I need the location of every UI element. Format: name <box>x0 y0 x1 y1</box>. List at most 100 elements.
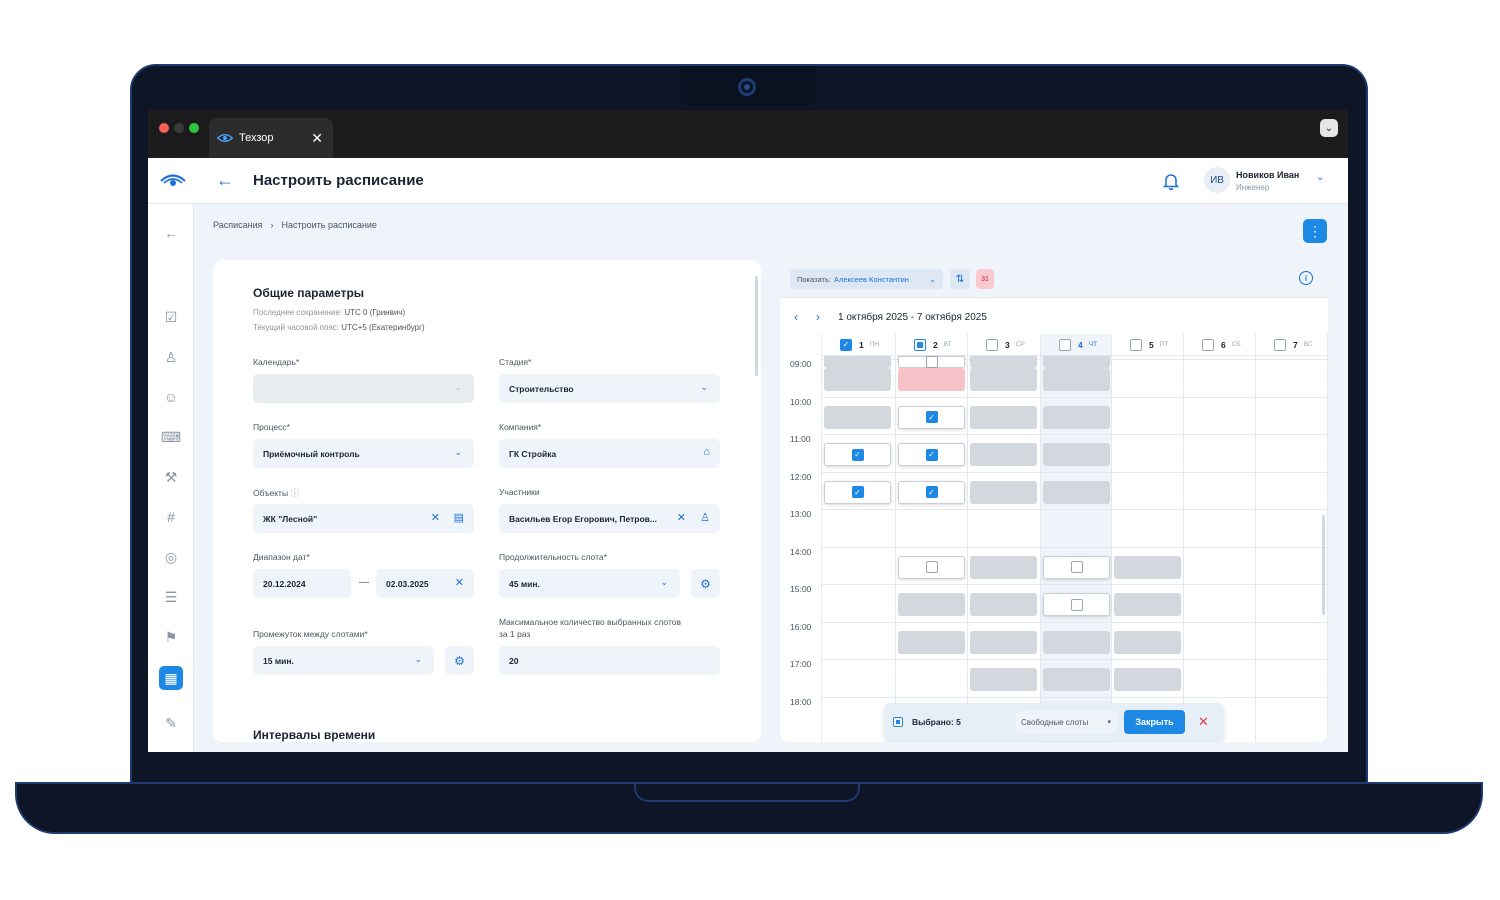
task-check-icon[interactable]: ☑ <box>162 308 180 326</box>
slot-selectable[interactable] <box>1043 593 1110 616</box>
calendar-badge[interactable]: 31 <box>976 269 994 289</box>
slot-selectable[interactable] <box>1043 555 1110 579</box>
close-button[interactable]: Закрыть <box>1124 710 1185 734</box>
day-header[interactable]: 6 СБ <box>1202 334 1241 355</box>
date-from-input[interactable]: 20.12.2024 <box>253 569 351 598</box>
day-checkbox[interactable] <box>986 338 998 351</box>
slot-available[interactable] <box>1114 668 1181 691</box>
slot-selectable[interactable]: ✓ <box>824 480 891 504</box>
slot-available[interactable] <box>970 443 1037 466</box>
slot-checkbox[interactable] <box>925 356 938 368</box>
avatar[interactable]: ИВ <box>1204 167 1230 193</box>
slot-available[interactable] <box>970 630 1037 654</box>
slot-available[interactable] <box>824 405 891 429</box>
slot-available[interactable] <box>824 356 891 368</box>
breadcrumb-item-schedules[interactable]: Расписания <box>213 220 263 230</box>
slot-available[interactable] <box>824 368 891 391</box>
day-checkbox[interactable] <box>1274 338 1286 351</box>
slot-available[interactable] <box>1043 630 1110 654</box>
day-header[interactable]: 2 ВТ <box>914 334 952 355</box>
slot-selectable[interactable] <box>898 555 965 579</box>
process-select[interactable]: Приёмочный контроль ⌄ <box>253 439 474 468</box>
slot-available[interactable] <box>970 480 1037 504</box>
slot-checkbox[interactable]: ✓ <box>851 448 864 461</box>
slot-available[interactable] <box>970 668 1037 691</box>
calendar-icon[interactable]: ▦ <box>159 666 183 690</box>
slot-available[interactable] <box>1043 668 1110 691</box>
back-arrow-icon[interactable]: ← <box>216 170 234 191</box>
company-field[interactable]: ГК Стройка ⌂ <box>499 439 720 468</box>
day-checkbox[interactable] <box>914 338 926 351</box>
chevron-right-icon[interactable]: › <box>816 310 820 324</box>
day-header[interactable]: 3 СР <box>986 334 1025 355</box>
slot-filter-select[interactable]: Свободные слоты ▾ <box>1016 711 1117 733</box>
slot-available[interactable] <box>1043 480 1110 504</box>
info-icon[interactable]: ⓘ <box>290 488 299 498</box>
slot-gap-select[interactable]: 15 мин. ⌄ <box>253 646 434 675</box>
day-checkbox[interactable]: ✓ <box>840 338 852 351</box>
slot-checkbox[interactable]: ✓ <box>851 486 864 498</box>
slot-available[interactable] <box>970 405 1037 429</box>
slot-busy[interactable] <box>898 368 965 391</box>
calendar-select[interactable]: ⌄ <box>253 374 474 403</box>
browser-tab[interactable]: Техзор ✕ <box>209 118 333 158</box>
slot-available[interactable] <box>898 630 965 654</box>
user-icon[interactable]: ♙ <box>162 348 180 366</box>
slot-checkbox[interactable]: ✓ <box>925 411 938 423</box>
objects-field[interactable]: ЖК "Лесной" ✕ ▤ <box>253 504 474 533</box>
user-icon[interactable]: ♙ <box>700 511 710 524</box>
day-header[interactable]: 5 ПТ <box>1130 334 1168 355</box>
bell-icon[interactable] <box>1163 172 1179 190</box>
slot-available[interactable] <box>970 593 1037 616</box>
show-filter-select[interactable]: Показать: Алексеев Константин ⌄ <box>790 269 943 289</box>
slot-checkbox[interactable] <box>1070 561 1083 573</box>
slot-available[interactable] <box>1043 405 1110 429</box>
slot-selectable[interactable]: ✓ <box>898 480 965 504</box>
scrollbar[interactable] <box>755 276 758 376</box>
day-header[interactable]: 4 ЧТ <box>1059 334 1097 355</box>
slot-available[interactable] <box>970 356 1037 368</box>
slot-available[interactable] <box>1043 356 1110 368</box>
scrollbar[interactable] <box>1322 515 1325 615</box>
slot-available[interactable] <box>1114 555 1181 579</box>
max-slots-input[interactable]: 20 <box>499 646 720 675</box>
building-icon[interactable]: ⌂ <box>703 446 710 458</box>
document-icon[interactable]: ▤ <box>454 511 464 524</box>
back-arrow-icon[interactable]: ← <box>162 224 180 242</box>
window-zoom-dot[interactable] <box>189 123 199 133</box>
slot-available[interactable] <box>898 593 965 616</box>
day-header[interactable]: ✓ 1 ПН <box>840 334 879 355</box>
info-icon[interactable]: i <box>1299 271 1313 285</box>
slot-checkbox[interactable]: ✓ <box>925 486 938 498</box>
slot-available[interactable] <box>1114 593 1181 616</box>
day-checkbox[interactable] <box>1059 338 1071 351</box>
day-header[interactable]: 7 ВС <box>1274 334 1313 355</box>
clear-icon[interactable]: ✕ <box>431 511 440 524</box>
day-checkbox[interactable] <box>1202 338 1214 351</box>
slot-duration-select[interactable]: 45 мин. ⌄ <box>499 569 680 598</box>
close-icon[interactable]: ✕ <box>1198 714 1209 730</box>
stage-select[interactable]: Строительство ⌄ <box>499 374 720 403</box>
day-checkbox[interactable] <box>1130 338 1142 351</box>
clear-icon[interactable]: ✕ <box>455 576 464 589</box>
flag-icon[interactable]: ⚑ <box>162 628 180 646</box>
slot-selectable[interactable]: ✓ <box>898 405 965 429</box>
gear-icon[interactable]: ⚙ <box>445 646 474 675</box>
filter-sliders-icon[interactable]: ⇅ <box>950 269 970 289</box>
select-all-checkbox[interactable] <box>893 717 903 727</box>
wrench-icon[interactable]: ⚒ <box>162 468 180 486</box>
more-options-button[interactable]: ⋮ <box>1303 219 1327 243</box>
window-minimize-dot[interactable] <box>174 123 184 133</box>
list-icon[interactable]: ☰ <box>162 588 180 606</box>
slot-selectable[interactable]: ✓ <box>824 443 891 466</box>
slot-available[interactable] <box>1043 443 1110 466</box>
target-check-icon[interactable]: ◎ <box>162 548 180 566</box>
slot-selectable[interactable]: ✓ <box>898 443 965 466</box>
slot-selectable[interactable] <box>898 356 965 368</box>
slot-available[interactable] <box>1043 368 1110 391</box>
slot-available[interactable] <box>970 368 1037 391</box>
paint-roller-icon[interactable]: ⌨ <box>161 428 181 446</box>
gear-icon[interactable]: ⚙ <box>691 569 720 598</box>
date-to-input[interactable]: 02.03.2025 ✕ <box>376 569 474 598</box>
slot-available[interactable] <box>970 555 1037 579</box>
